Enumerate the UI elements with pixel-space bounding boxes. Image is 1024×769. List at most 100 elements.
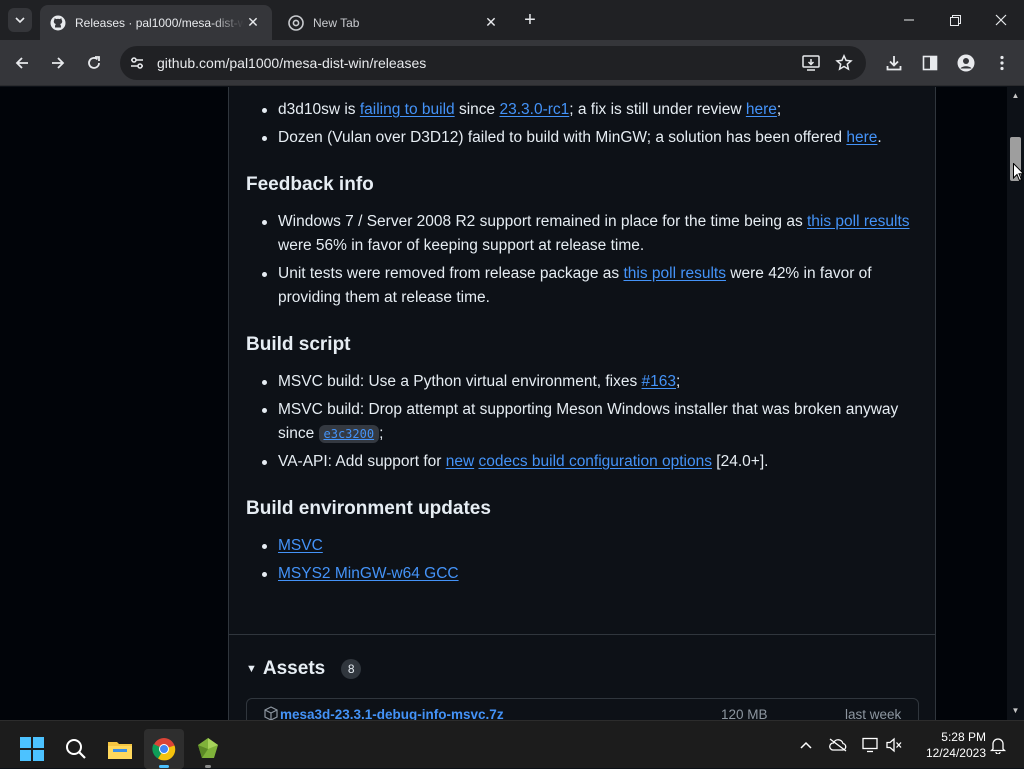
new-link[interactable]: new [446, 453, 474, 470]
close-icon [995, 14, 1007, 26]
build-env-heading: Build environment updates [246, 498, 491, 519]
tab-strip: Releases · pal1000/mesa-dist-win ✕ New T… [0, 0, 1024, 40]
text: were 56% in favor of keeping support at … [278, 237, 645, 254]
tab-search-button[interactable] [8, 8, 32, 32]
install-app-icon[interactable] [802, 54, 820, 72]
text: Unit tests were removed from release pac… [278, 265, 624, 282]
text: Dozen (Vulan over D3D12) failed to build… [278, 129, 847, 146]
list-item: d3d10sw is failing to build since 23.3.0… [246, 98, 926, 122]
text: d3d10sw is [278, 101, 360, 118]
asset-download-link[interactable]: mesa3d-23.3.1-debug-info-msvc.7z [280, 707, 504, 720]
tag-link[interactable]: 23.3.0-rc1 [499, 101, 569, 118]
chevron-down-icon [15, 17, 25, 24]
here-link[interactable]: here [846, 129, 877, 146]
arrow-left-icon [15, 57, 28, 69]
downloads-button[interactable] [882, 51, 906, 75]
chevron-up-icon [800, 741, 812, 749]
taskbar-search-button[interactable] [56, 729, 96, 769]
here-link[interactable]: here [746, 101, 777, 118]
profile-button[interactable] [954, 51, 978, 75]
text: ; [776, 101, 782, 118]
list-item: MSVC build: Use a Python virtual environ… [246, 370, 926, 394]
failing-to-build-link[interactable]: failing to build [360, 101, 455, 118]
triangle-down-icon: ▼ [246, 663, 257, 675]
msys2-link[interactable]: MSYS2 MinGW-w64 GCC [278, 565, 459, 582]
codecs-options-link[interactable]: codecs build configuration options [478, 453, 712, 470]
chrome-icon [152, 738, 176, 761]
address-bar[interactable]: github.com/pal1000/mesa-dist-win/release… [120, 46, 866, 80]
tab-releases[interactable]: Releases · pal1000/mesa-dist-win ✕ [40, 5, 272, 40]
minimize-icon [904, 19, 914, 21]
show-hidden-icons-button[interactable] [796, 735, 816, 755]
windows-logo-icon [20, 737, 44, 761]
browser-toolbar: github.com/pal1000/mesa-dist-win/release… [0, 40, 1024, 86]
clock-date: 12/24/2023 [925, 746, 986, 760]
close-tab-icon[interactable]: ✕ [244, 14, 262, 32]
arrow-right-icon [52, 57, 65, 69]
list-item: Unit tests were removed from release pac… [246, 262, 926, 310]
minimize-button[interactable] [886, 0, 932, 40]
list-item: MSVC build: Drop attempt at supporting M… [246, 398, 926, 446]
assets-title: Assets [262, 658, 326, 679]
search-icon [66, 739, 86, 759]
app-taskbar-button[interactable] [188, 729, 228, 769]
asset-size: 120 MB [721, 707, 768, 720]
url-text: github.com/pal1000/mesa-dist-win/release… [157, 55, 427, 71]
feedback-list: Windows 7 / Server 2008 R2 support remai… [246, 210, 926, 310]
msvc-link[interactable]: MSVC [278, 537, 323, 554]
list-item: MSYS2 MinGW-w64 GCC [246, 562, 926, 586]
reload-icon [88, 56, 100, 69]
release-card: d3d10sw is failing to build since 23.3.0… [228, 87, 936, 720]
volume-muted-icon[interactable] [884, 735, 904, 755]
text: ; [379, 425, 384, 442]
start-button[interactable] [12, 729, 52, 769]
list-item: Dozen (Vulan over D3D12) failed to build… [246, 126, 926, 150]
more-vertical-icon [1000, 55, 1004, 71]
page-viewport: d3d10sw is failing to build since 23.3.0… [0, 87, 1007, 720]
close-window-button[interactable] [978, 0, 1024, 40]
back-button[interactable] [10, 51, 34, 75]
forward-button[interactable] [46, 51, 70, 75]
text: VA-API: Add support for [278, 453, 446, 470]
text: [24.0+]. [711, 453, 769, 470]
onedrive-icon[interactable] [828, 735, 848, 755]
poll-results-link[interactable]: this poll results [807, 213, 910, 230]
chrome-icon [288, 14, 304, 31]
tab-new-tab[interactable]: New Tab ✕ [278, 5, 510, 40]
notification-icon[interactable] [988, 735, 1008, 755]
issue-link[interactable]: #163 [642, 373, 676, 390]
assets-count-badge: 8 [341, 659, 362, 679]
clock-time: 5:28 PM [941, 730, 986, 744]
assets-toggle[interactable]: ▼ Assets 8 [246, 658, 362, 680]
text: ; [676, 373, 681, 390]
text: Windows 7 / Server 2008 R2 support remai… [278, 213, 807, 230]
side-panel-button[interactable] [918, 51, 942, 75]
text: ; a fix is still under review [569, 101, 746, 118]
release-body: d3d10sw is failing to build since 23.3.0… [246, 98, 926, 590]
scroll-up-arrow[interactable]: ▲ [1011, 91, 1020, 101]
reload-button[interactable] [82, 51, 106, 75]
system-clock[interactable]: 5:28 PM 12/24/2023 [912, 729, 986, 761]
commit-link[interactable]: e3c3200 [318, 425, 380, 443]
package-icon [264, 706, 278, 720]
chrome-taskbar-button[interactable] [144, 729, 184, 769]
divider [229, 634, 935, 635]
text: . [877, 129, 882, 146]
mouse-cursor-icon [1013, 163, 1024, 182]
close-tab-icon[interactable]: ✕ [482, 14, 500, 32]
site-settings-icon[interactable] [128, 54, 146, 72]
new-tab-button[interactable]: + [518, 10, 542, 32]
feedback-heading: Feedback info [246, 174, 374, 195]
folder-icon [108, 742, 132, 759]
list-item: MSVC [246, 534, 926, 558]
download-icon [886, 56, 902, 71]
file-explorer-button[interactable] [100, 729, 140, 769]
menu-button[interactable] [990, 51, 1014, 75]
green-gem-icon [198, 738, 218, 758]
network-icon[interactable] [860, 735, 880, 755]
bookmark-star-icon[interactable] [835, 54, 853, 72]
restore-button[interactable] [932, 0, 978, 40]
poll-results-link[interactable]: this poll results [623, 265, 726, 282]
scroll-down-arrow[interactable]: ▼ [1011, 706, 1020, 716]
list-item: Windows 7 / Server 2008 R2 support remai… [246, 210, 926, 258]
